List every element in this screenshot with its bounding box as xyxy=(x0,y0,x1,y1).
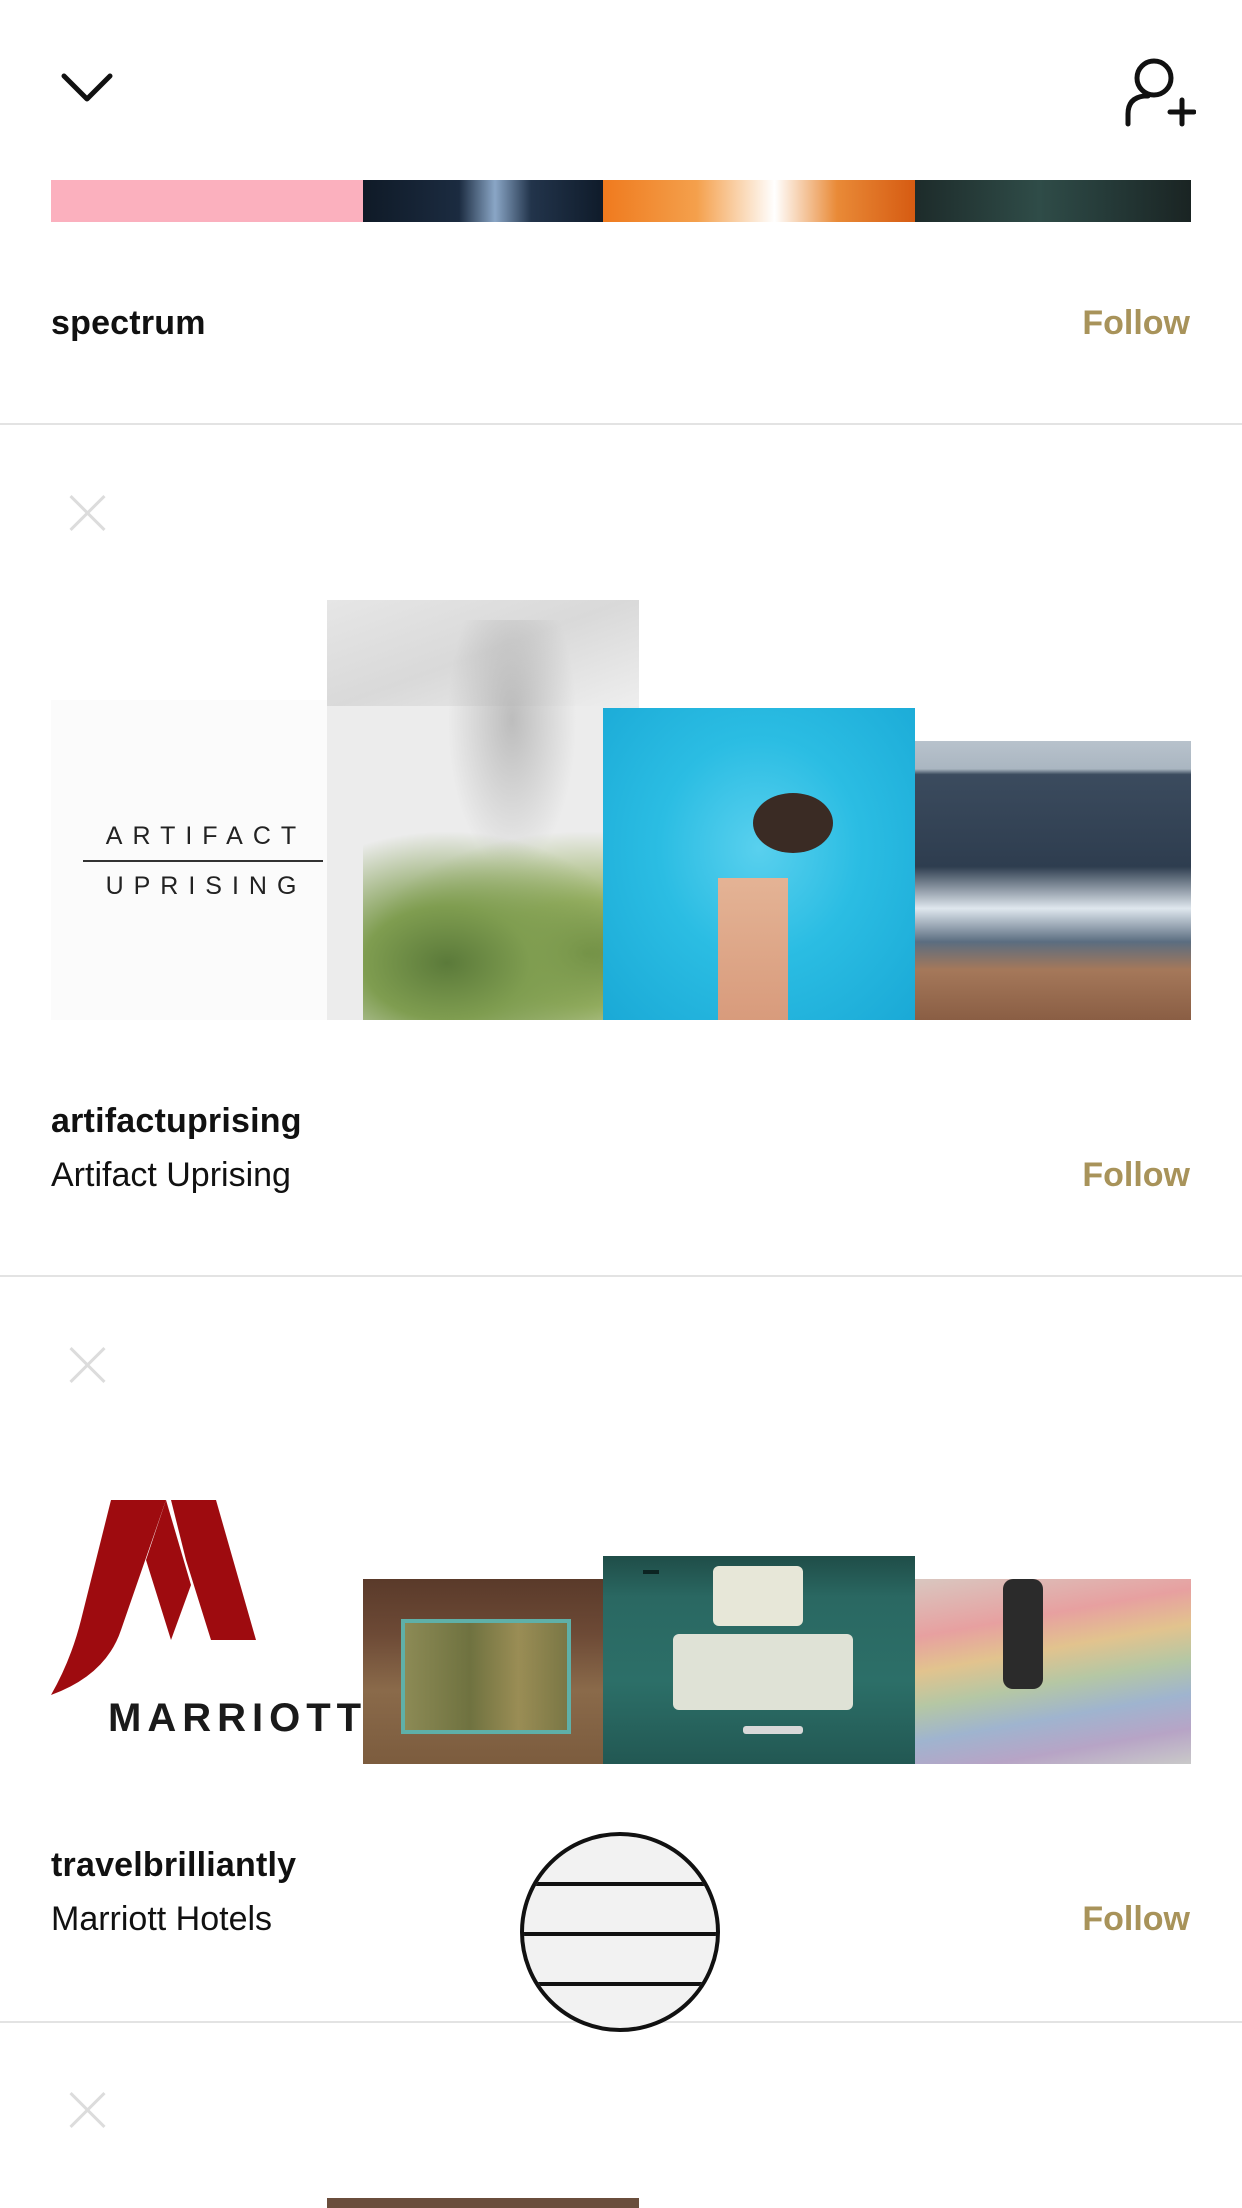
ocean-rocks-photo[interactable] xyxy=(915,741,1191,1020)
account-display-name: Marriott Hotels xyxy=(51,1900,273,1938)
pineapples-photo[interactable] xyxy=(363,1579,603,1764)
collapse-button[interactable] xyxy=(58,66,116,106)
menu-button[interactable] xyxy=(520,1832,720,2032)
dismiss-icon[interactable] xyxy=(67,1345,107,1385)
palm-leaves-photo[interactable] xyxy=(327,600,639,1020)
dismiss-icon[interactable] xyxy=(67,493,107,533)
divider xyxy=(0,423,1242,425)
next-card-photo[interactable] xyxy=(327,2198,639,2208)
follow-button[interactable]: Follow xyxy=(1082,304,1190,343)
menu-icon-line xyxy=(524,1882,716,1886)
chevron-down-icon xyxy=(61,73,113,102)
pool-swimmer-photo[interactable] xyxy=(603,708,915,1020)
marriott-m-icon xyxy=(51,1500,256,1695)
account-username[interactable]: spectrum xyxy=(51,304,206,343)
add-user-button[interactable] xyxy=(1124,54,1196,128)
account-username[interactable]: artifactuprising xyxy=(51,1102,302,1141)
marriott-wordmark: MARRIOTT xyxy=(108,1696,368,1740)
logo-rule xyxy=(83,860,323,862)
dismiss-icon[interactable] xyxy=(67,2090,107,2130)
rainbow-crosswalk-photo[interactable] xyxy=(915,1579,1191,1764)
add-user-icon xyxy=(1125,58,1196,127)
menu-icon-line xyxy=(524,1932,716,1936)
spectrum-photo-4[interactable] xyxy=(915,180,1191,222)
spectrum-photo-1[interactable] xyxy=(51,180,363,222)
follow-button[interactable]: Follow xyxy=(1082,1900,1190,1939)
marriott-logo[interactable]: MARRIOTT xyxy=(51,1470,363,1760)
follow-button[interactable]: Follow xyxy=(1082,1156,1190,1195)
account-username[interactable]: travelbrilliantly xyxy=(51,1846,296,1885)
artifact-uprising-logo[interactable]: ARTIFACT UPRISING xyxy=(51,700,361,1020)
logo-text-line2: UPRISING xyxy=(105,872,307,900)
menu-icon-line xyxy=(524,1982,716,1986)
account-display-name: Artifact Uprising xyxy=(51,1156,291,1194)
lunch-box-photo[interactable] xyxy=(603,1556,915,1764)
spectrum-photo-3[interactable] xyxy=(603,180,915,222)
logo-text-line1: ARTIFACT xyxy=(105,822,307,850)
spectrum-photo-2[interactable] xyxy=(363,180,603,222)
divider xyxy=(0,1275,1242,1277)
